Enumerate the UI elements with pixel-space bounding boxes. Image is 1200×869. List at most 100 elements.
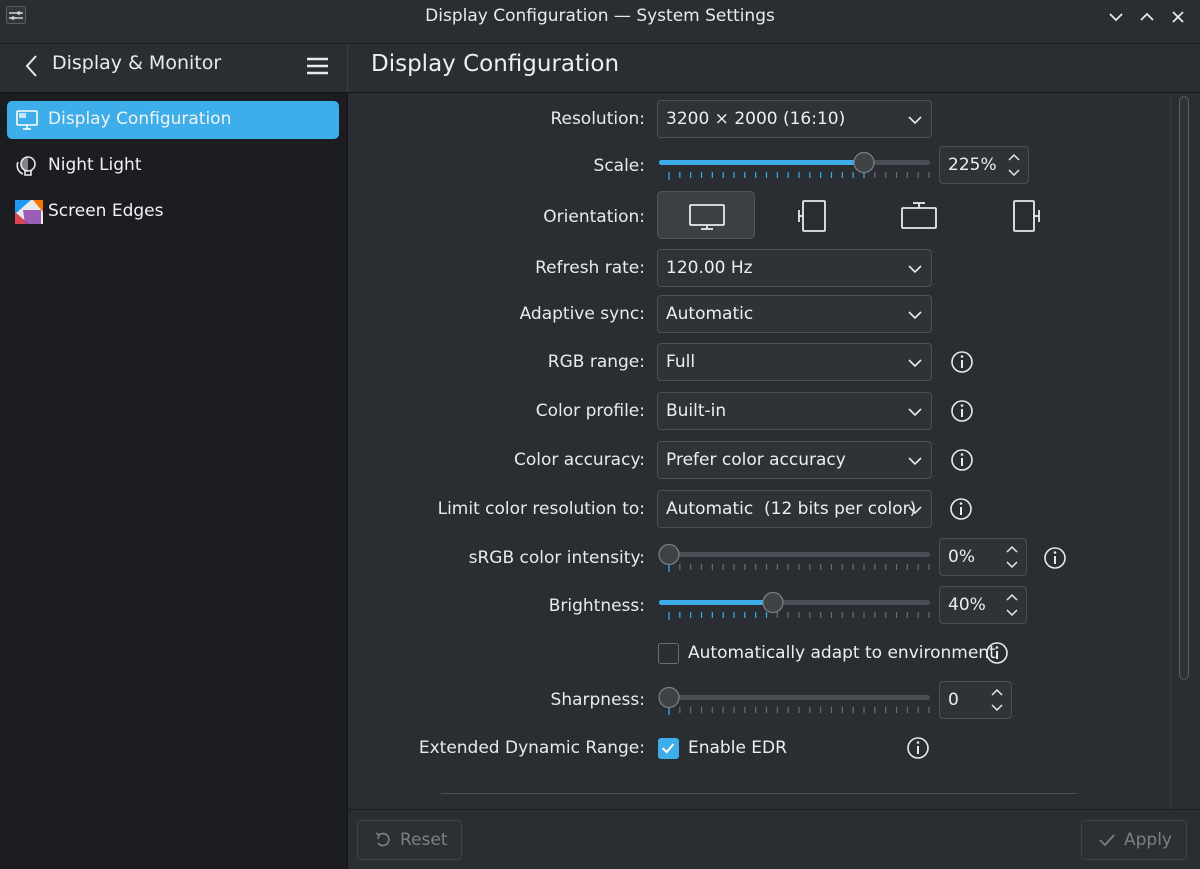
srgb-intensity-spinbox[interactable]: 0% — [939, 538, 1027, 576]
srgb-intensity-slider[interactable] — [657, 538, 932, 578]
refresh-rate-value: 120.00 Hz — [666, 258, 753, 278]
sharpness-slider[interactable] — [657, 681, 932, 721]
sharpness-value: 0 — [948, 690, 959, 710]
enable-edr-label: Enable EDR — [688, 738, 787, 758]
minimize-icon[interactable] — [1105, 6, 1127, 28]
orientation-landscape-button[interactable] — [657, 191, 755, 239]
sidebar-item-label: Screen Edges — [48, 201, 164, 221]
sharpness-spinbox[interactable]: 0 — [939, 681, 1012, 719]
spin-arrows-icon[interactable] — [1006, 151, 1022, 179]
scale-label: Scale: — [593, 156, 645, 176]
night-light-icon — [15, 154, 39, 178]
resolution-label: Resolution: — [550, 109, 645, 129]
color-resolution-value: Automatic (12 bits per color) — [666, 499, 917, 519]
landscape-icon — [689, 204, 725, 230]
chevron-down-icon — [907, 453, 923, 469]
sidebar-item-display-configuration[interactable]: Display Configuration — [7, 101, 339, 139]
adaptive-sync-dropdown[interactable]: Automatic — [657, 295, 932, 333]
srgb-intensity-value: 0% — [948, 547, 975, 567]
auto-adapt-label: Automatically adapt to environment — [688, 643, 996, 663]
landscape-flipped-icon — [901, 202, 937, 229]
monitor-icon — [15, 108, 39, 132]
enable-edr-checkbox[interactable] — [658, 738, 679, 759]
srgb-slider-handle — [658, 543, 680, 566]
checkmark-icon — [661, 743, 675, 754]
rgb-range-label: RGB range: — [547, 352, 645, 372]
sidebar-item-night-light[interactable]: Night Light — [7, 147, 339, 185]
info-icon[interactable] — [949, 497, 973, 521]
edr-label: Extended Dynamic Range: — [418, 738, 645, 758]
color-resolution-dropdown[interactable]: Automatic (12 bits per color) — [657, 490, 932, 528]
scale-spinbox[interactable]: 225% — [939, 146, 1029, 184]
sidebar: Display Configuration Night Light Screen… — [0, 93, 347, 869]
sidebar-heading: Display & Monitor — [52, 52, 222, 74]
screen-edges-icon — [15, 200, 43, 224]
color-profile-dropdown[interactable]: Built-in — [657, 392, 932, 430]
orientation-flipped-button[interactable] — [870, 191, 968, 239]
info-icon[interactable] — [950, 399, 974, 423]
page-title: Display Configuration — [371, 51, 620, 77]
info-icon[interactable] — [950, 448, 974, 472]
info-icon[interactable] — [985, 641, 1009, 665]
scale-slider[interactable] — [657, 146, 932, 186]
scrollbar-thumb[interactable] — [1179, 96, 1189, 680]
srgb-intensity-label: sRGB color intensity: — [468, 548, 645, 568]
scale-slider-handle — [853, 151, 875, 174]
checkmark-icon — [1098, 831, 1116, 849]
footer-bar: Reset Apply — [348, 809, 1200, 869]
auto-adapt-checkbox[interactable] — [658, 643, 679, 664]
info-icon[interactable] — [950, 350, 974, 374]
reset-button[interactable]: Reset — [357, 820, 462, 860]
chevron-down-icon — [907, 404, 923, 420]
apply-button[interactable]: Apply — [1081, 820, 1187, 860]
scale-value: 225% — [948, 155, 997, 175]
color-accuracy-value: Prefer color accuracy — [666, 450, 846, 470]
refresh-rate-dropdown[interactable]: 120.00 Hz — [657, 249, 932, 287]
portrait-right-icon — [1013, 200, 1040, 232]
color-profile-label: Color profile: — [535, 401, 645, 421]
chevron-down-icon — [907, 502, 923, 518]
chevron-down-icon — [907, 355, 923, 371]
apply-label: Apply — [1124, 830, 1172, 850]
sidebar-header: Display & Monitor — [0, 44, 347, 92]
spin-arrows-icon[interactable] — [989, 686, 1005, 714]
chevron-down-icon — [907, 261, 923, 277]
sharpness-slider-track — [659, 695, 930, 700]
orientation-portrait-right-button[interactable] — [975, 191, 1073, 239]
info-icon[interactable] — [906, 736, 930, 760]
scale-slider-fill — [659, 160, 864, 165]
info-icon[interactable] — [1043, 546, 1067, 570]
window-title: Display Configuration — System Settings — [425, 6, 775, 26]
color-resolution-label: Limit color resolution to: — [437, 499, 645, 519]
resolution-dropdown[interactable]: 3200 × 2000 (16:10) — [657, 100, 932, 138]
rgb-range-dropdown[interactable]: Full — [657, 343, 932, 381]
close-icon[interactable] — [1167, 6, 1189, 28]
title-bar: Display Configuration — System Settings — [0, 0, 1200, 44]
brightness-spinbox[interactable]: 40% — [939, 586, 1027, 624]
chevron-down-icon — [907, 112, 923, 128]
brightness-slider-handle — [762, 591, 784, 614]
brightness-slider[interactable] — [657, 586, 932, 626]
color-accuracy-label: Color accuracy: — [514, 450, 645, 470]
brightness-label: Brightness: — [548, 596, 645, 616]
sharpness-slider-handle — [658, 686, 680, 709]
chevron-down-icon — [907, 307, 923, 323]
maximize-icon[interactable] — [1136, 6, 1158, 28]
refresh-rate-label: Refresh rate: — [535, 258, 645, 278]
reset-label: Reset — [400, 830, 448, 850]
brightness-value: 40% — [948, 595, 986, 615]
srgb-slider-track — [659, 552, 930, 557]
undo-icon — [374, 831, 392, 849]
sidebar-item-screen-edges[interactable]: Screen Edges — [7, 193, 339, 231]
brightness-slider-fill — [659, 600, 773, 605]
spin-arrows-icon[interactable] — [1004, 543, 1020, 571]
adaptive-sync-value: Automatic — [666, 304, 754, 324]
color-accuracy-dropdown[interactable]: Prefer color accuracy — [657, 441, 932, 479]
rgb-range-value: Full — [666, 352, 696, 372]
portrait-left-icon — [798, 200, 826, 232]
hamburger-menu-icon[interactable] — [302, 52, 332, 80]
orientation-portrait-left-button[interactable] — [764, 191, 862, 239]
spin-arrows-icon[interactable] — [1004, 591, 1020, 619]
sidebar-item-label: Night Light — [48, 155, 142, 175]
back-arrow-icon[interactable] — [18, 52, 46, 80]
